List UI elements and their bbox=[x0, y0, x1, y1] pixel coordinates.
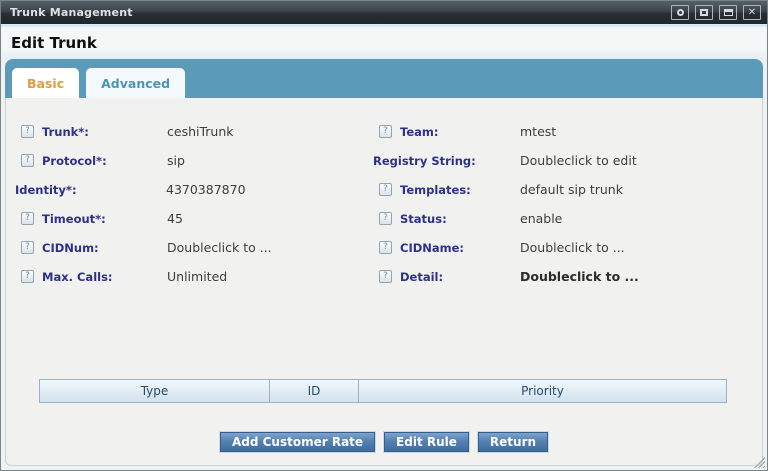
field-value[interactable]: default sip trunk bbox=[520, 182, 623, 197]
circle-glyph bbox=[677, 9, 684, 16]
rate-table-header: Type ID Priority bbox=[39, 379, 727, 403]
help-icon[interactable]: ? bbox=[21, 270, 34, 283]
window-controls: ✕ bbox=[671, 5, 761, 20]
page-title: Edit Trunk bbox=[11, 34, 757, 52]
tab-advanced[interactable]: Advanced bbox=[86, 68, 185, 98]
minimize-icon[interactable] bbox=[719, 5, 737, 20]
field-label: Detail: bbox=[400, 270, 520, 284]
field-value[interactable]: Doubleclick to ... bbox=[167, 240, 272, 255]
return-button[interactable]: Return bbox=[478, 432, 548, 452]
field-value[interactable]: Doubleclick to ... bbox=[520, 269, 639, 284]
field-label: Templates: bbox=[400, 183, 520, 197]
tab-strip: Basic Advanced bbox=[5, 59, 763, 98]
column-header-id[interactable]: ID bbox=[269, 380, 358, 402]
field-label: Identity*: bbox=[15, 183, 166, 197]
add-customer-rate-button[interactable]: Add Customer Rate bbox=[220, 432, 375, 452]
form-column-left: ? Trunk*: ceshiTrunk ? Protocol*: sip Id… bbox=[15, 117, 365, 291]
field-label: Max. Calls: bbox=[42, 270, 167, 284]
field-label: CIDName: bbox=[400, 241, 520, 255]
field-label: CIDNum: bbox=[42, 241, 167, 255]
field-value[interactable]: sip bbox=[167, 153, 185, 168]
trunk-form: ? Trunk*: ceshiTrunk ? Protocol*: sip Id… bbox=[6, 117, 762, 291]
field-cidnum: ? CIDNum: Doubleclick to ... bbox=[15, 233, 365, 262]
help-icon[interactable]: ? bbox=[21, 212, 34, 225]
edit-rule-button[interactable]: Edit Rule bbox=[384, 432, 469, 452]
field-detail: ? Detail: Doubleclick to ... bbox=[365, 262, 762, 291]
field-status: ? Status: enable bbox=[365, 204, 762, 233]
field-value[interactable]: enable bbox=[520, 211, 562, 226]
field-value[interactable]: Doubleclick to ... bbox=[520, 240, 625, 255]
field-label: Protocol*: bbox=[42, 154, 167, 168]
form-column-right: ? Team: mtest Registry String: Doublecli… bbox=[365, 117, 762, 291]
basic-tab-panel: ? Trunk*: ceshiTrunk ? Protocol*: sip Id… bbox=[5, 98, 763, 466]
window-title: Trunk Management bbox=[10, 6, 671, 19]
heading-area: Edit Trunk bbox=[1, 27, 767, 59]
maximize-icon[interactable] bbox=[695, 5, 713, 20]
help-icon[interactable]: ? bbox=[21, 154, 34, 167]
field-max-calls: ? Max. Calls: Unlimited bbox=[15, 262, 365, 291]
field-value[interactable]: Unlimited bbox=[167, 269, 227, 284]
field-protocol: ? Protocol*: sip bbox=[15, 146, 365, 175]
action-button-row: Add Customer Rate Edit Rule Return bbox=[6, 432, 762, 452]
trunk-management-window: Trunk Management ✕ Edit Trunk Basic Adva… bbox=[0, 0, 768, 471]
help-icon[interactable]: ? bbox=[21, 241, 34, 254]
help-icon[interactable]: ? bbox=[379, 241, 392, 254]
column-header-priority[interactable]: Priority bbox=[358, 380, 726, 402]
field-value[interactable]: 4370387870 bbox=[166, 182, 246, 197]
field-label: Status: bbox=[400, 212, 520, 226]
field-label: Registry String: bbox=[373, 154, 520, 168]
field-identity: Identity*: 4370387870 bbox=[15, 175, 365, 204]
field-label: Timeout*: bbox=[42, 212, 167, 226]
square-glyph bbox=[700, 9, 708, 16]
field-registry-string: Registry String: Doubleclick to edit bbox=[365, 146, 762, 175]
help-icon[interactable]: ? bbox=[21, 125, 34, 138]
field-timeout: ? Timeout*: 45 bbox=[15, 204, 365, 233]
field-cidname: ? CIDName: Doubleclick to ... bbox=[365, 233, 762, 262]
column-header-type[interactable]: Type bbox=[40, 380, 269, 402]
field-label: Trunk*: bbox=[42, 125, 167, 139]
field-value[interactable]: ceshiTrunk bbox=[167, 124, 234, 139]
help-icon[interactable]: ? bbox=[379, 125, 392, 138]
field-value[interactable]: 45 bbox=[167, 211, 183, 226]
close-icon[interactable]: ✕ bbox=[743, 5, 761, 20]
field-value[interactable]: Doubleclick to edit bbox=[520, 153, 637, 168]
help-icon[interactable]: ? bbox=[379, 212, 392, 225]
window-titlebar[interactable]: Trunk Management ✕ bbox=[1, 1, 767, 24]
tab-basic[interactable]: Basic bbox=[12, 68, 79, 98]
field-label: Team: bbox=[400, 125, 520, 139]
help-icon[interactable]: ? bbox=[379, 270, 392, 283]
field-trunk: ? Trunk*: ceshiTrunk bbox=[15, 117, 365, 146]
field-value[interactable]: mtest bbox=[520, 124, 556, 139]
field-templates: ? Templates: default sip trunk bbox=[365, 175, 762, 204]
help-icon[interactable]: ? bbox=[379, 183, 392, 196]
restore-icon[interactable] bbox=[671, 5, 689, 20]
field-team: ? Team: mtest bbox=[365, 117, 762, 146]
window-glyph bbox=[724, 9, 733, 16]
